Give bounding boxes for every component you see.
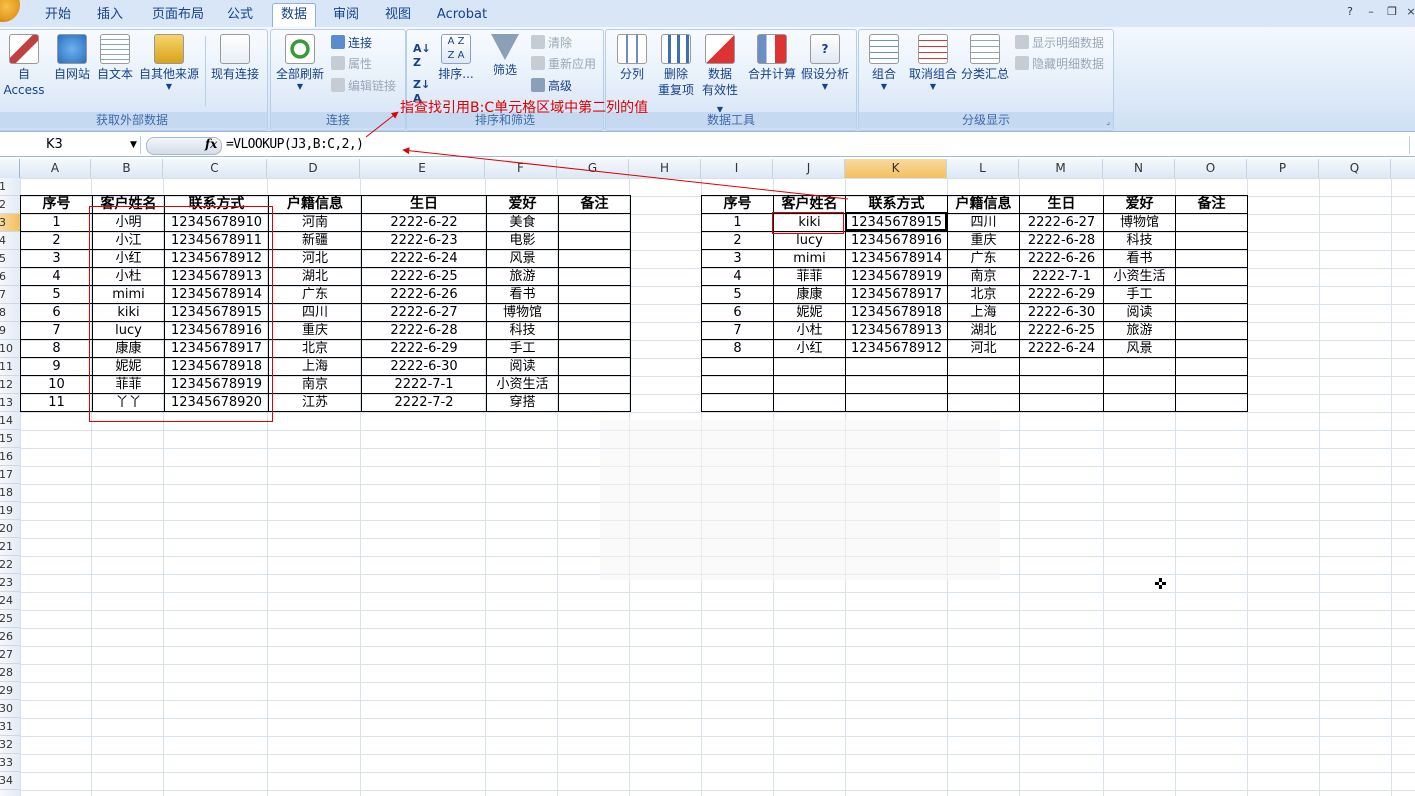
annotation-arrow-to-text <box>365 111 399 138</box>
annotation-arrow-to-formula <box>402 147 849 200</box>
cross-cursor-icon: ✜ <box>1154 575 1167 593</box>
annotation-arrows <box>365 111 849 200</box>
